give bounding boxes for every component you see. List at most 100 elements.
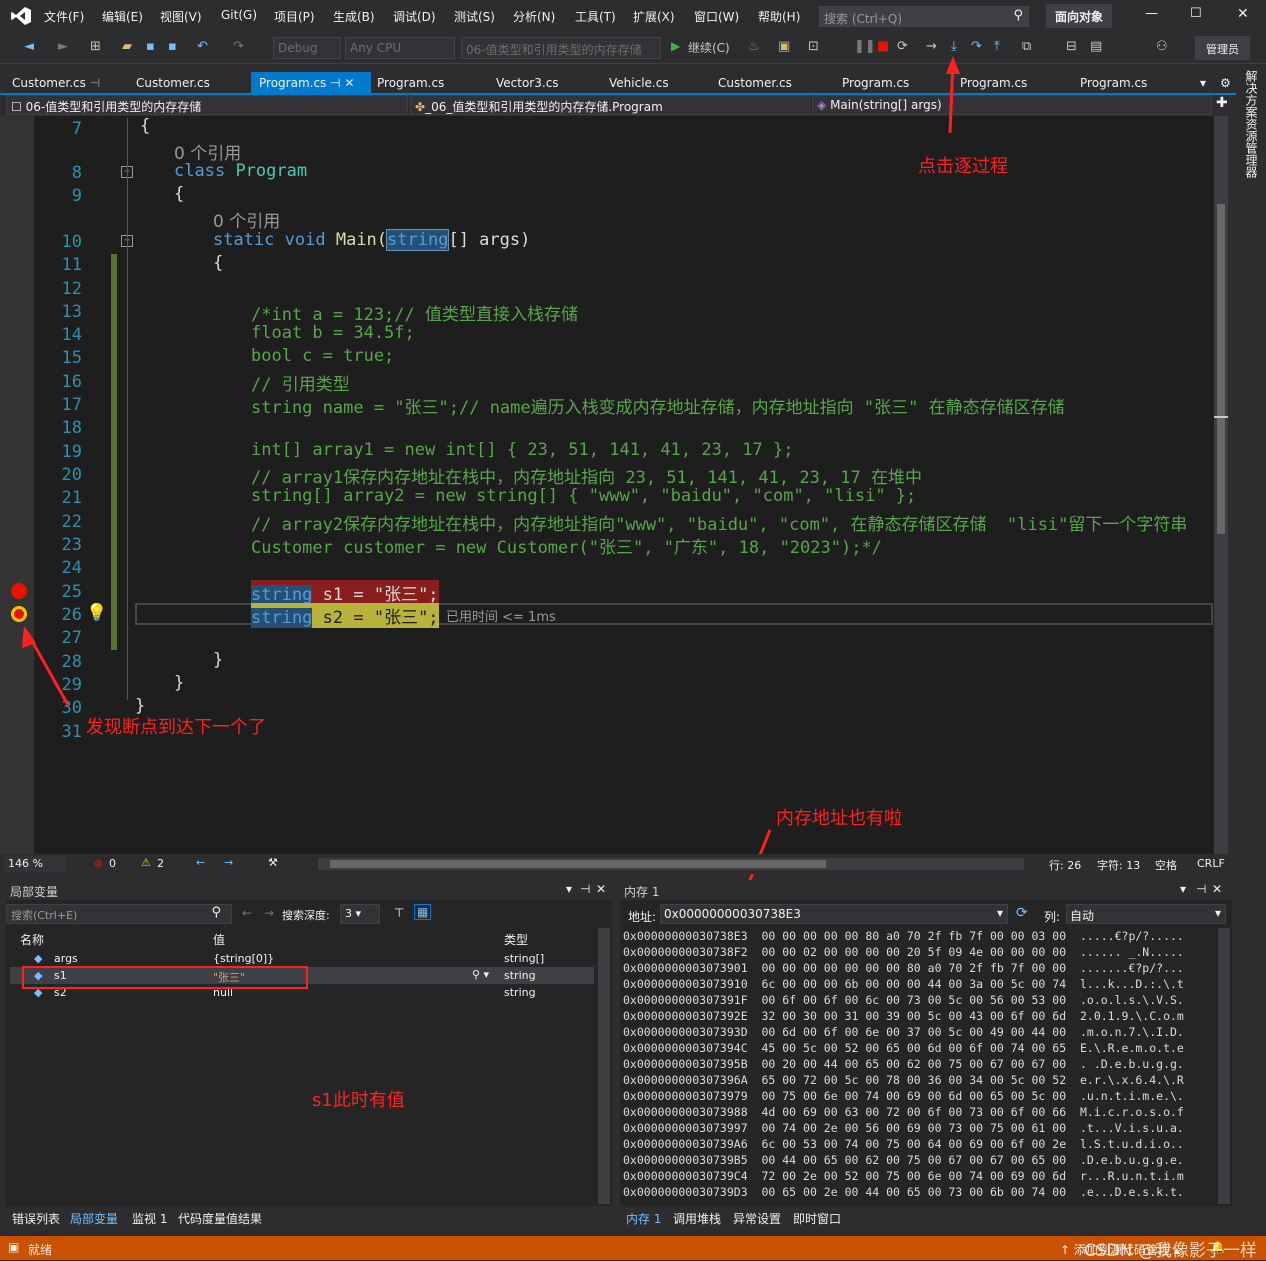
dropdown-icon[interactable]: ▾ — [1180, 882, 1186, 896]
redo-icon[interactable]: ↷ — [233, 39, 244, 54]
split-icon[interactable]: ✚ — [1216, 95, 1228, 111]
tab-customer-cs-2[interactable]: Customer.cs — [128, 72, 218, 94]
settings-icon[interactable]: ⚙ — [1220, 76, 1231, 90]
breakpoint-current-icon[interactable] — [11, 606, 27, 622]
continue-icon[interactable]: ▶ — [671, 39, 680, 53]
live-share-icon[interactable]: ⚇ — [1156, 39, 1168, 54]
pin-icon[interactable]: ⊣ — [1196, 882, 1206, 896]
memory-row[interactable]: 0x00000000030738F2 00 00 02 00 00 00 00 … — [623, 945, 1184, 959]
close-button[interactable]: ✕ — [1237, 6, 1249, 22]
new-item-icon[interactable]: ⊞ — [90, 39, 101, 54]
chevron-down-icon[interactable]: ▾ — [997, 906, 1003, 920]
memory-row[interactable]: 0x00000000030738E3 00 00 00 00 00 80 a0 … — [623, 929, 1184, 943]
chevron-down-icon[interactable]: ▾ — [1215, 906, 1221, 920]
hot-reload-icon[interactable]: ♨ — [748, 39, 760, 54]
tab-watch-1[interactable]: 监视 1 — [132, 1210, 167, 1227]
zoom-dropdown[interactable]: 146 % — [4, 856, 66, 872]
address-input[interactable]: 0x00000000030738E3 ▾ — [660, 904, 1008, 924]
pause-icon[interactable]: ❚❚ — [854, 39, 876, 54]
table-row[interactable]: ◆ args {string[0]} string[] — [10, 950, 594, 967]
tab-immediate[interactable]: 即时窗口 — [793, 1210, 841, 1227]
config-dropdown[interactable]: Debug — [273, 37, 341, 59]
menu-analyze[interactable]: 分析(N) — [513, 8, 555, 25]
brush-icon[interactable]: ⚒ — [268, 856, 278, 869]
close-icon[interactable]: ✕ — [1212, 882, 1222, 896]
tab-program-cs-4[interactable]: Program.cs — [952, 72, 1035, 94]
tab-customer-cs-1[interactable]: Customer.cs ⊣ — [4, 72, 108, 94]
forward-icon[interactable]: ► — [58, 39, 68, 54]
menu-view[interactable]: 视图(V) — [160, 8, 202, 25]
memory-row[interactable]: 0x00000000030739A6 6c 00 53 00 74 00 75 … — [623, 1137, 1184, 1151]
pin-icon[interactable]: ⊣ — [330, 76, 340, 90]
refresh-icon[interactable]: ⟳ — [1016, 905, 1028, 921]
hex-display-icon[interactable]: ⧉ — [1022, 39, 1031, 54]
tab-vehicle-cs[interactable]: Vehicle.cs — [601, 72, 677, 94]
dropdown-icon[interactable]: ▾ — [566, 882, 572, 896]
step-over-icon[interactable]: ↷ — [971, 39, 982, 54]
menu-help[interactable]: 帮助(H) — [758, 8, 800, 25]
startup-project-dropdown[interactable]: 06-值类型和引用类型的内存存储 — [461, 37, 661, 59]
menu-extensions[interactable]: 扩展(X) — [633, 8, 675, 25]
minimize-button[interactable]: — — [1145, 6, 1158, 21]
col-header-type[interactable]: 类型 — [504, 931, 528, 948]
close-icon[interactable]: ✕ — [596, 882, 606, 896]
menu-tools[interactable]: 工具(T) — [575, 8, 616, 25]
col-header-value[interactable]: 值 — [213, 931, 225, 948]
tab-customer-cs-3[interactable]: Customer.cs — [710, 72, 800, 94]
project-dropdown[interactable]: ☐ 06-值类型和引用类型的内存存储 — [6, 95, 408, 115]
step-into-icon[interactable]: ⤓ — [951, 39, 957, 54]
attach-icon[interactable]: ▣ — [778, 39, 790, 54]
nav-back-icon[interactable]: ← — [196, 856, 205, 869]
tab-locals[interactable]: 局部变量 — [70, 1210, 118, 1227]
memory-row[interactable]: 0x0000000003073979 00 75 00 6e 00 74 00 … — [623, 1089, 1184, 1103]
solution-explorer-tab[interactable]: 解决方案资源管理器 — [1240, 70, 1260, 178]
show-next-statement-icon[interactable]: → — [926, 39, 937, 54]
search-box[interactable]: 搜索 (Ctrl+Q) ⚲ — [819, 6, 1029, 27]
breakpoint-icon[interactable] — [11, 583, 27, 599]
menu-edit[interactable]: 编辑(E) — [102, 8, 143, 25]
screenshot-icon[interactable]: ⊡ — [808, 39, 819, 54]
memory-row[interactable]: 0x000000000307396A 65 00 72 00 5c 00 78 … — [623, 1073, 1184, 1087]
tab-code-metrics[interactable]: 代码度量值结果 — [178, 1210, 262, 1227]
locals-search-box[interactable]: 搜索(Ctrl+E) ⚲ — [6, 904, 232, 924]
maximize-button[interactable]: ☐ — [1190, 6, 1202, 21]
hex-toggle-icon[interactable]: ▦ — [414, 904, 432, 920]
search-forward-icon[interactable]: → — [264, 906, 274, 920]
search-depth-dropdown[interactable]: 3 ▾ — [340, 904, 380, 924]
close-tab-icon[interactable]: ✕ — [344, 76, 354, 90]
menu-file[interactable]: 文件(F) — [44, 8, 84, 25]
memory-row[interactable]: 0x0000000003073910 6c 00 00 00 6b 00 00 … — [623, 977, 1184, 991]
memory-row[interactable]: 0x000000000307391F 00 6f 00 6f 00 6c 00 … — [623, 993, 1184, 1007]
scroll-thumb[interactable] — [1217, 204, 1225, 534]
tab-memory-1[interactable]: 内存 1 — [626, 1210, 661, 1227]
col-header-name[interactable]: 名称 — [20, 931, 44, 948]
locals-scrollbar[interactable] — [598, 928, 610, 1204]
vertical-scrollbar[interactable] — [1214, 116, 1228, 854]
menu-git[interactable]: Git(G) — [221, 8, 257, 22]
platform-dropdown[interactable]: Any CPU — [345, 37, 455, 59]
restart-icon[interactable]: ⟳ — [897, 39, 908, 54]
menu-window[interactable]: 窗口(W) — [694, 8, 739, 25]
memory-row[interactable]: 0x000000000307395B 00 20 00 44 00 65 00 … — [623, 1057, 1184, 1071]
tab-error-list[interactable]: 错误列表 — [12, 1210, 60, 1227]
menu-test[interactable]: 测试(S) — [454, 8, 495, 25]
lightbulb-icon[interactable]: 💡 — [86, 603, 107, 623]
step-out-icon[interactable]: ⤒ — [994, 39, 1000, 54]
memory-row[interactable]: 0x000000000307394C 45 00 5c 00 52 00 65 … — [623, 1041, 1184, 1055]
tab-vector3-cs[interactable]: Vector3.cs — [488, 72, 567, 94]
memory-scrollbar[interactable] — [1218, 928, 1230, 1204]
stack-frame-icon[interactable]: ▤ — [1090, 39, 1102, 54]
memory-row[interactable]: 0x00000000030739D3 00 65 00 2e 00 44 00 … — [623, 1185, 1184, 1199]
tab-call-stack[interactable]: 调用堆栈 — [673, 1210, 721, 1227]
undo-icon[interactable]: ↶ — [197, 39, 208, 54]
back-icon[interactable]: ◄ — [24, 39, 34, 54]
tab-program-cs-2[interactable]: Program.cs — [369, 72, 452, 94]
nav-forward-icon[interactable]: → — [224, 856, 233, 869]
tab-program-cs-active[interactable]: Program.cs ⊣ ✕ — [251, 72, 371, 94]
menu-debug[interactable]: 调试(D) — [393, 8, 436, 25]
memory-row[interactable]: 0x000000000307393D 00 6d 00 6f 00 6e 00 … — [623, 1025, 1184, 1039]
code-editor[interactable]: 7 8 9 10 11 12 13 14 15 16 17 18 19 20 2… — [0, 116, 1228, 854]
horizontal-scrollbar[interactable] — [318, 858, 1024, 870]
menu-project[interactable]: 项目(P) — [274, 8, 315, 25]
text-visualizer-icon[interactable]: ⚲ ▾ — [472, 968, 489, 981]
